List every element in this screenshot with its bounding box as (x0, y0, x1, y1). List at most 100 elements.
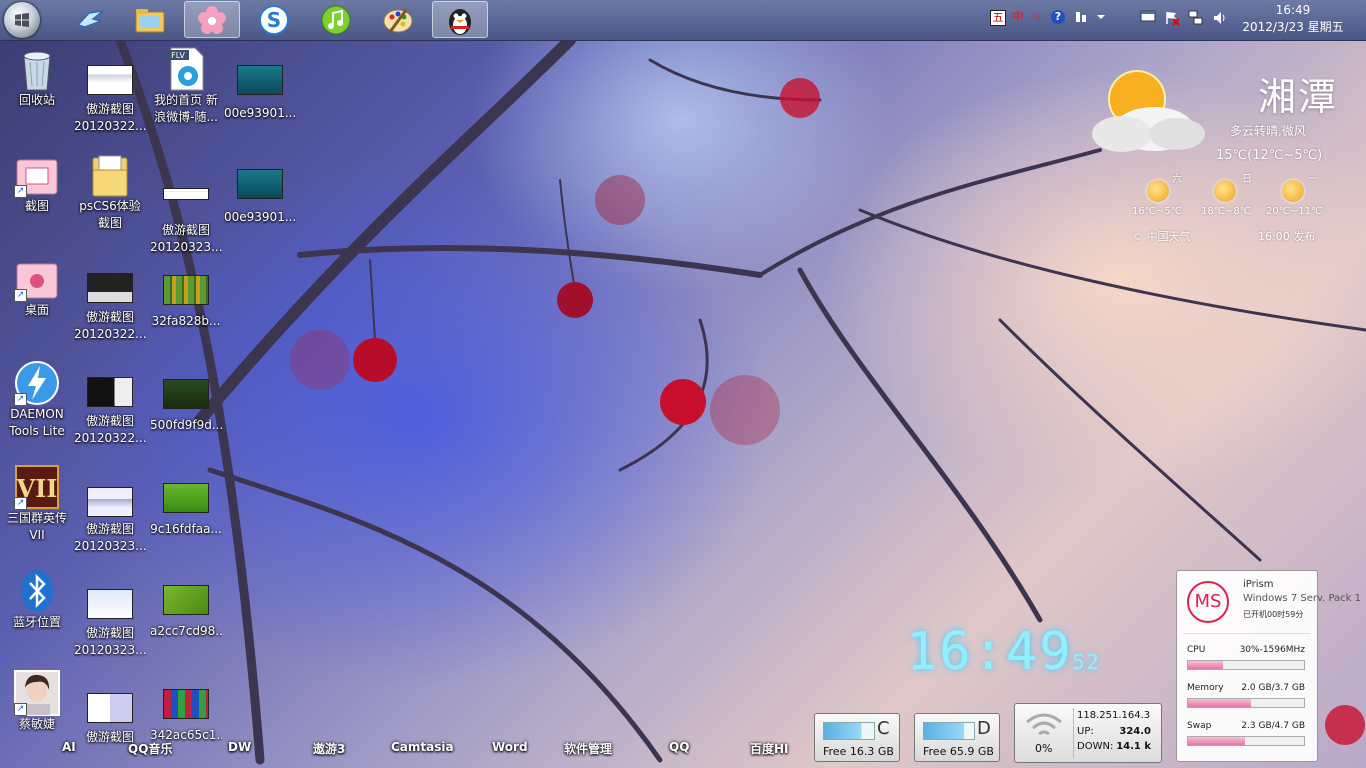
desktop-icon-img-00e9-2[interactable]: 00e93901... (224, 160, 296, 226)
icon-label-line2: 20120322... (74, 119, 146, 133)
forecast-day: 日 (1242, 174, 1252, 185)
desktop-icon-aoyou-2[interactable]: 傲游截图 20120322... (74, 264, 146, 343)
shortcut-arrow-icon: ↗ (14, 703, 27, 716)
flower-app-button[interactable] (184, 1, 240, 38)
dock-item-qq[interactable]: QQ (669, 740, 689, 754)
weather-temp: 15℃(12℃~5℃) (1216, 148, 1323, 163)
dock-item-word[interactable]: Word (492, 740, 528, 754)
dock-item-software-manager[interactable]: 软件管理 (564, 740, 612, 757)
memory-meter (1187, 698, 1305, 708)
clock-time: 16:49 (1275, 3, 1311, 17)
forecast-range: 16℃~5℃ (1132, 206, 1182, 217)
show-desktop-icon[interactable] (1140, 10, 1156, 24)
ime-chinese-icon[interactable]: 中 (1011, 10, 1025, 24)
desktop-icon-aoyou-5[interactable]: 傲游截图 20120323... (74, 580, 146, 659)
drive-d-gadget[interactable]: D Free 65.9 GB (914, 713, 1000, 762)
start-orb-button[interactable] (4, 2, 40, 38)
paint-button[interactable] (370, 1, 426, 38)
desktop-icon-img-9c16[interactable]: 9c16fdfaa... (150, 474, 222, 538)
desktop-icon-sanguo[interactable]: VII ↗ 三国群英传 VII (1, 464, 73, 544)
desktop-icon-desktop-folder[interactable]: ↗ 桌面 (1, 256, 73, 319)
desktop-icon-contact-photo[interactable]: ↗ 蔡敏婕 (1, 670, 73, 733)
desktop-icon-aoyou-7[interactable]: 傲游截图 20120323... (150, 168, 222, 256)
desktop-icon-img-500f[interactable]: 500fd9f9d... (150, 370, 222, 434)
flv-video-icon: FLV (167, 47, 204, 91)
screenshot-thumb-icon (87, 693, 133, 723)
image-thumb-icon (163, 689, 209, 719)
weather-condition: 多云转晴,微风 (1230, 124, 1306, 138)
action-center-flag-icon[interactable] (1164, 10, 1180, 26)
image-thumb-icon (237, 65, 283, 95)
clock-date: 2012/3/23 星期五 (1242, 20, 1344, 34)
icon-label: 9c16fdfaa... (150, 522, 222, 536)
sogou-s-icon: S (259, 4, 289, 35)
ime-settings-icon[interactable] (1074, 10, 1088, 24)
chevron-down-icon[interactable] (1094, 10, 1108, 24)
taskbar-clock[interactable]: 16:49 2012/3/23 星期五 (1228, 2, 1358, 36)
qqmusic-bird-button[interactable] (62, 1, 118, 38)
iprism-uptime: 已开机00时59分 (1243, 610, 1304, 619)
icon-label-line2: 20120322... (74, 431, 146, 445)
qq-penguin-button[interactable] (432, 1, 488, 38)
drive-free-space: Free 16.3 GB (823, 745, 894, 758)
network-gadget[interactable]: 0% 118.251.164.3 UP: 324.0 DOWN: 14.1 k (1014, 703, 1162, 763)
icon-label: DAEMON (10, 407, 64, 421)
desktop-icon-img-a2cc[interactable]: a2cc7cd98... (150, 576, 222, 640)
digital-clock-gadget[interactable]: 16:4952 (906, 622, 1101, 682)
network-percent: 0% (1035, 742, 1053, 755)
desktop-icon-img-32fa[interactable]: 32fa828b... (150, 266, 222, 330)
weather-city: 湘潭 (1258, 75, 1339, 119)
ime-mode-icon[interactable]: ☼ (1030, 10, 1044, 24)
icon-label-line2: 20120323... (74, 643, 146, 657)
wifi-signal-icon (1026, 713, 1062, 736)
desktop-icon-img-342a[interactable]: 342ac65c1... (150, 680, 222, 744)
drive-c-gadget[interactable]: C Free 16.3 GB (814, 713, 900, 762)
iprism-gadget[interactable]: MS iPrism Windows 7 Serv. Pack 1 已开机00时5… (1176, 570, 1361, 762)
memory-label: Memory (1187, 683, 1224, 693)
swap-value: 2.3 GB/4.7 GB (1241, 721, 1305, 731)
help-icon[interactable]: ? (1051, 10, 1065, 24)
icon-label: 桌面 (24, 303, 49, 317)
shortcut-arrow-icon: ↗ (14, 497, 27, 510)
music-note-icon (321, 5, 351, 34)
dock-item-ai[interactable]: AI (62, 740, 76, 754)
weather-source: © 中国天气 (1132, 230, 1191, 243)
dock-item-qqmusic[interactable]: QQ音乐 (128, 740, 172, 757)
desktop-icon-recycle-bin[interactable]: 回收站 (1, 46, 73, 109)
desktop-icon-img-00e9-1[interactable]: 00e93901... (224, 56, 296, 122)
screenshot-thumb-icon (87, 377, 133, 407)
icon-label: 蓝牙位置 (12, 615, 61, 629)
desktop-icon-daemon-tools[interactable]: ↗ DAEMON Tools Lite (1, 360, 73, 440)
screenshot-thumb-icon (163, 188, 209, 200)
desktop-icon-bluetooth[interactable]: 蓝牙位置 (1, 568, 73, 631)
sogou-button[interactable]: S (246, 1, 302, 38)
icon-label-line2: VII (29, 528, 45, 542)
desktop-icon-aoyou-3[interactable]: 傲游截图 20120322... (74, 368, 146, 447)
desktop-icon-pscs6[interactable]: psCS6体验 截图 (74, 152, 146, 232)
icon-label-line2: 浪微博-随... (154, 110, 218, 124)
dock-item-maxthon[interactable]: 遨游3 (313, 740, 345, 757)
desktop-icon-flv-file[interactable]: FLV 我的首页 新 浪微博-随... (150, 46, 222, 126)
volume-icon[interactable] (1212, 10, 1226, 24)
network-icon[interactable] (1188, 10, 1203, 25)
network-up-value: 324.0 (1119, 726, 1151, 737)
desktop-icon-aoyou-1[interactable]: 傲游截图 20120322... (74, 56, 146, 135)
explorer-button[interactable] (122, 1, 178, 38)
qqmusic-note-button[interactable] (308, 1, 364, 38)
screenshot-thumb-icon (87, 273, 133, 303)
ime-wubi-icon[interactable]: 五 (990, 10, 1006, 26)
icon-label: 傲游截图 (85, 626, 134, 640)
dock-item-baiduhi[interactable]: 百度HI (750, 740, 789, 757)
iprism-os: Windows 7 Serv. Pack 1 (1243, 593, 1362, 604)
icon-label: a2cc7cd98... (150, 624, 222, 638)
image-thumb-icon (163, 379, 209, 409)
drive-free-space: Free 65.9 GB (923, 745, 994, 758)
desktop-icon-screenshot-folder[interactable]: ↗ 截图 (1, 152, 73, 215)
desktop-icon-aoyou-4[interactable]: 傲游截图 20120323... (74, 478, 146, 555)
icon-label: 傲游截图 (85, 414, 134, 428)
dock-item-dw[interactable]: DW (228, 740, 251, 754)
dock-item-camtasia[interactable]: Camtasia (391, 740, 454, 754)
memory-value: 2.0 GB/3.7 GB (1241, 683, 1305, 693)
partly-cloudy-icon (1092, 70, 1205, 152)
desktop-icon-aoyou-6[interactable]: 傲游截图 (74, 684, 146, 746)
